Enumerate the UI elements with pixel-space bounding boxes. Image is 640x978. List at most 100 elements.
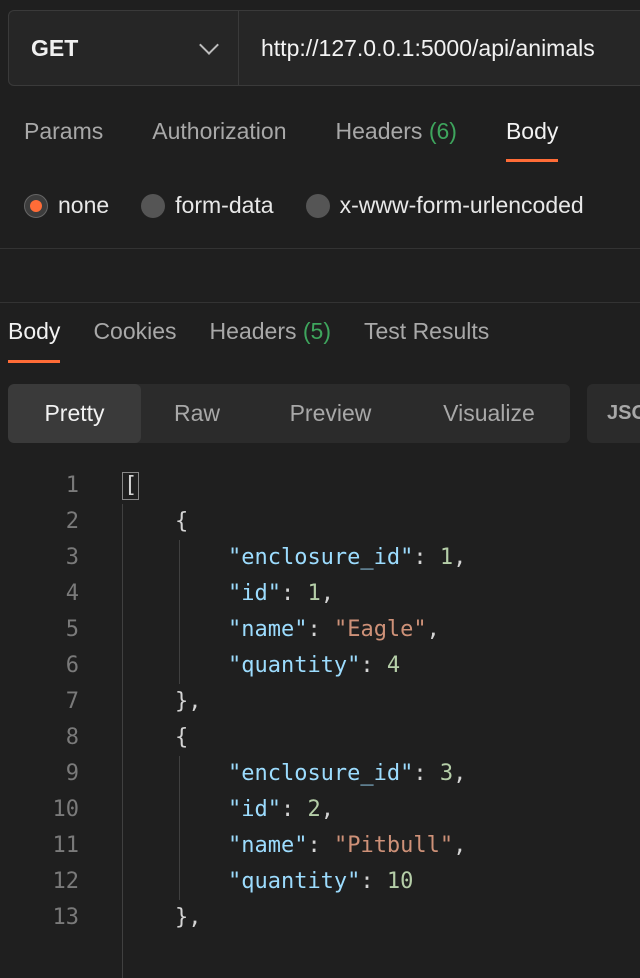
line-number: 4 bbox=[65, 581, 79, 606]
body-type-radios: none form-data x-www-form-urlencoded bbox=[24, 192, 616, 219]
code-token: "quantity" bbox=[227, 869, 361, 894]
radio-empty-icon bbox=[305, 193, 330, 218]
code-line: 4 "id": 1, bbox=[0, 576, 640, 612]
tab-label: Authorization bbox=[152, 118, 287, 144]
code-token: "Eagle" bbox=[333, 617, 427, 642]
line-number: 6 bbox=[65, 653, 79, 678]
line-number: 2 bbox=[65, 509, 79, 534]
code-token: "quantity" bbox=[227, 653, 361, 678]
code-line: 10 "id": 2, bbox=[0, 792, 640, 828]
divider bbox=[0, 302, 640, 303]
radio-label: none bbox=[58, 192, 110, 218]
tab-headers[interactable]: Headers (6) bbox=[336, 118, 457, 159]
code-token: 3 bbox=[439, 761, 454, 786]
code-token: }, bbox=[122, 689, 202, 714]
response-tabs: Body Cookies Headers (5) Test Results bbox=[8, 318, 522, 363]
code-token: "name" bbox=[227, 617, 308, 642]
line-number: 11 bbox=[52, 833, 80, 858]
divider bbox=[0, 248, 640, 249]
code-token: : bbox=[307, 617, 334, 642]
code-token: { bbox=[122, 509, 189, 534]
line-number: 3 bbox=[65, 545, 79, 570]
code-token: : bbox=[280, 581, 308, 606]
view-pretty[interactable]: Pretty bbox=[8, 384, 141, 443]
tab-test-results[interactable]: Test Results bbox=[364, 318, 489, 359]
code-token: "id" bbox=[227, 581, 281, 606]
tab-label: Params bbox=[24, 118, 104, 144]
view-visualize[interactable]: Visualize bbox=[408, 384, 570, 443]
headers-count-badge: (5) bbox=[302, 318, 331, 344]
radio-form-data[interactable]: form-data bbox=[141, 192, 274, 219]
line-number: 13 bbox=[52, 905, 80, 930]
tab-response-headers[interactable]: Headers (5) bbox=[210, 318, 331, 359]
code-line: 12 "quantity": 10 bbox=[0, 864, 640, 900]
code-token: : bbox=[360, 653, 387, 678]
radio-x-www-form-urlencoded[interactable]: x-www-form-urlencoded bbox=[305, 192, 584, 219]
code-line: 5 "name": "Eagle", bbox=[0, 612, 640, 648]
tab-label: Headers bbox=[335, 118, 423, 144]
response-body-viewer[interactable]: 1[2 {3 "enclosure_id": 1, 4 "id": 1, 5 "na… bbox=[0, 468, 640, 978]
headers-count-badge: (6) bbox=[428, 118, 457, 144]
code-text: "quantity": 4 bbox=[122, 648, 400, 684]
tab-label: Body bbox=[8, 318, 61, 344]
code-text: "id": 1, bbox=[122, 576, 334, 612]
code-token: "Pitbull" bbox=[333, 833, 454, 858]
format-select[interactable]: JSON bbox=[587, 384, 640, 443]
code-token: : bbox=[280, 797, 308, 822]
line-number: 5 bbox=[65, 617, 79, 642]
radio-selected-icon bbox=[24, 193, 48, 218]
radio-label: form-data bbox=[175, 192, 274, 218]
request-bar: GET http://127.0.0.1:5000/api/animals bbox=[8, 10, 640, 86]
code-text: "enclosure_id": 3, bbox=[122, 756, 466, 792]
code-text: "name": "Eagle", bbox=[122, 612, 440, 648]
line-number: 8 bbox=[65, 725, 79, 750]
code-text: "id": 2, bbox=[122, 792, 334, 828]
code-token: }, bbox=[122, 905, 202, 930]
tab-body[interactable]: Body bbox=[505, 118, 559, 162]
code-token: 1 bbox=[307, 581, 321, 606]
tab-authorization[interactable]: Authorization bbox=[152, 118, 286, 159]
tab-label: Headers bbox=[209, 318, 297, 344]
code-text: "enclosure_id": 1, bbox=[122, 540, 466, 576]
code-token: "enclosure_id" bbox=[227, 545, 414, 570]
code-token: "enclosure_id" bbox=[227, 761, 414, 786]
line-number: 7 bbox=[65, 689, 79, 714]
code-token: , bbox=[453, 545, 467, 570]
code-line: 11 "name": "Pitbull", bbox=[0, 828, 640, 864]
radio-none[interactable]: none bbox=[24, 192, 109, 219]
code-line: 1[ bbox=[0, 468, 640, 504]
tab-label: Test Results bbox=[364, 318, 490, 344]
code-token: , bbox=[453, 833, 467, 858]
code-text: "name": "Pitbull", bbox=[122, 828, 466, 864]
code-token: : bbox=[307, 833, 334, 858]
url-input[interactable]: http://127.0.0.1:5000/api/animals bbox=[239, 11, 640, 85]
code-line: 7 }, bbox=[0, 684, 640, 720]
code-token: { bbox=[122, 725, 189, 750]
radio-label: x-www-form-urlencoded bbox=[339, 192, 584, 218]
code-token: 4 bbox=[386, 653, 401, 678]
view-mode-selector: Pretty Raw Preview Visualize bbox=[8, 384, 570, 443]
code-token: 1 bbox=[439, 545, 454, 570]
tab-params[interactable]: Params bbox=[24, 118, 103, 159]
code-text: }, bbox=[122, 900, 202, 936]
code-text: }, bbox=[122, 684, 202, 720]
code-token: [ bbox=[122, 472, 140, 500]
code-text: { bbox=[122, 504, 188, 540]
tab-cookies[interactable]: Cookies bbox=[93, 318, 176, 359]
code-line: 9 "enclosure_id": 3, bbox=[0, 756, 640, 792]
request-tabs: Params Authorization Headers (6) Body bbox=[24, 118, 607, 162]
code-token: , bbox=[453, 761, 467, 786]
code-text: [ bbox=[122, 468, 140, 504]
view-preview[interactable]: Preview bbox=[253, 384, 408, 443]
tab-label: Body bbox=[505, 118, 559, 144]
code-token: , bbox=[426, 617, 440, 642]
code-line: 6 "quantity": 4 bbox=[0, 648, 640, 684]
line-number: 9 bbox=[65, 761, 79, 786]
code-token: : bbox=[413, 761, 440, 786]
tab-response-body[interactable]: Body bbox=[8, 318, 61, 363]
view-raw[interactable]: Raw bbox=[141, 384, 253, 443]
method-select[interactable]: GET bbox=[9, 11, 239, 85]
